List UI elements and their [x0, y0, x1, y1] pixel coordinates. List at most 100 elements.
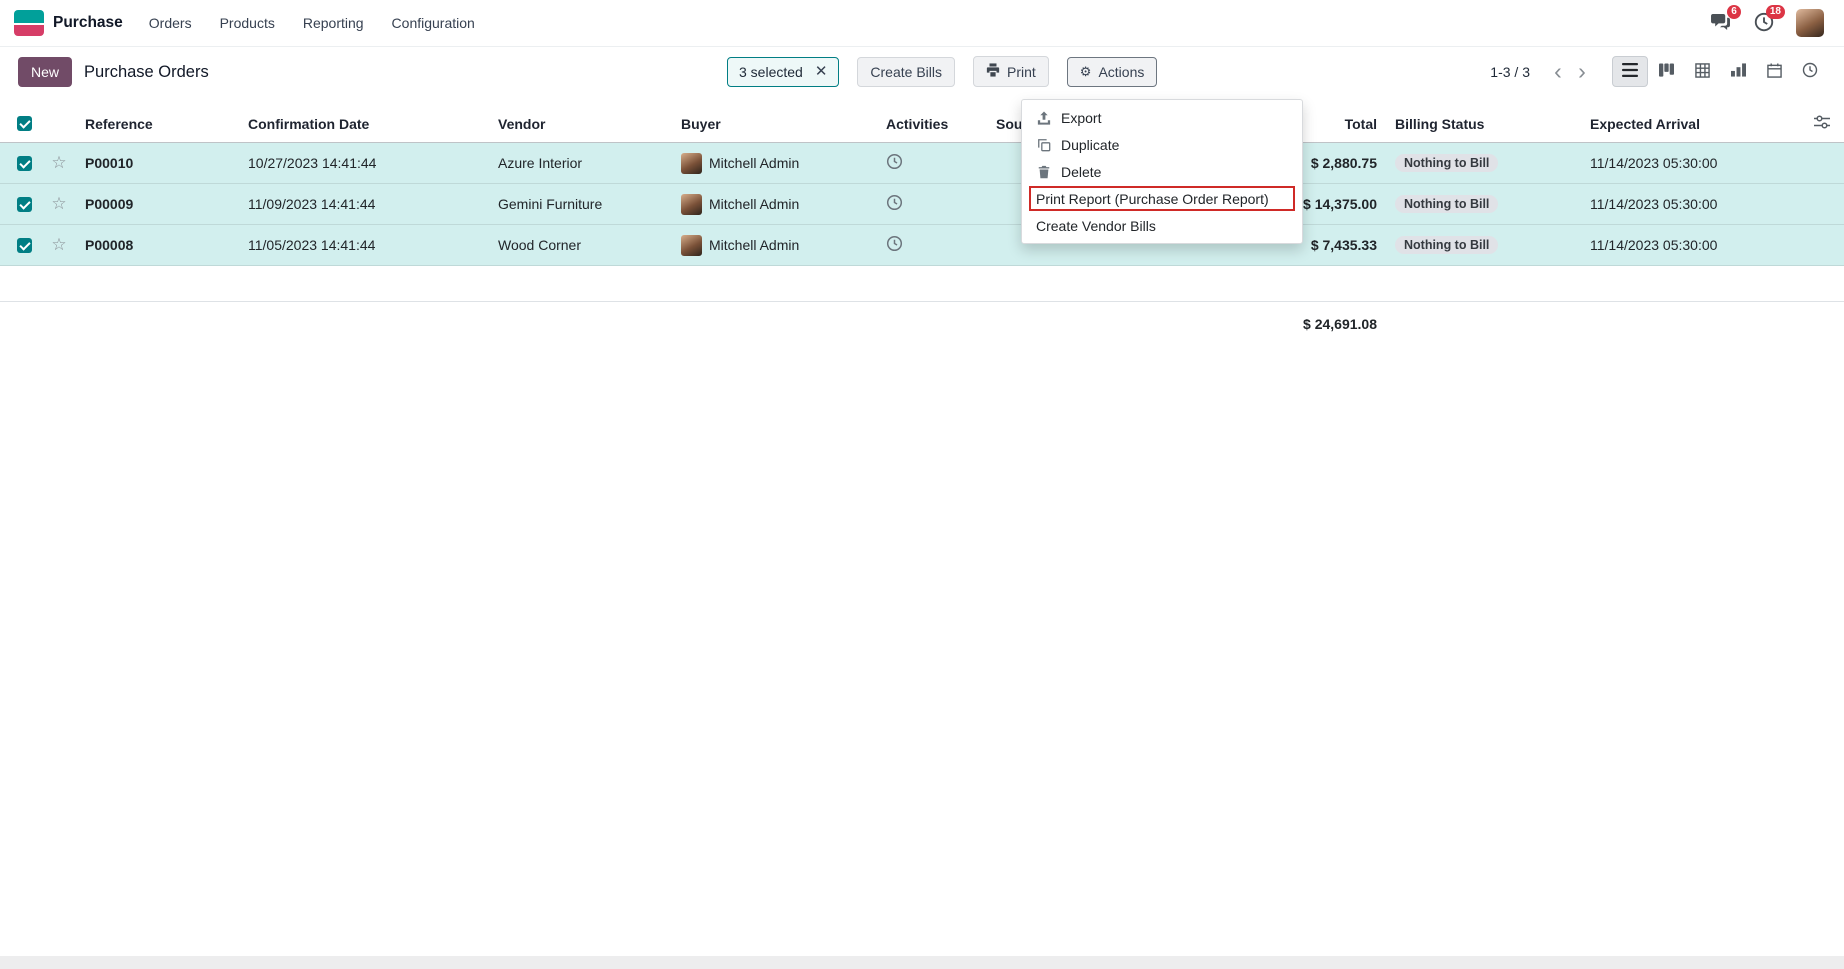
activities-cell	[877, 143, 987, 183]
user-avatar[interactable]	[1796, 9, 1824, 37]
column-header-reference[interactable]: Reference	[76, 105, 239, 142]
logo-magenta-bar	[14, 25, 44, 36]
billing-status-cell: Nothing to Bill	[1386, 143, 1581, 183]
column-header-expected-arrival[interactable]: Expected Arrival	[1581, 105, 1801, 142]
activity-clock-icon[interactable]	[886, 194, 903, 214]
expected-arrival-cell: 11/14/2023 05:30:00	[1581, 225, 1801, 265]
gear-icon: ⚙	[1080, 64, 1092, 80]
messages-button[interactable]: 6	[1708, 11, 1732, 35]
delete-icon	[1036, 165, 1052, 179]
actions-button[interactable]: ⚙ Actions	[1067, 57, 1158, 87]
pivot-view-button[interactable]	[1684, 56, 1720, 87]
list-view-button[interactable]	[1612, 56, 1648, 87]
column-header-vendor[interactable]: Vendor	[489, 105, 672, 142]
duplicate-icon	[1036, 138, 1052, 152]
activity-clock-icon[interactable]	[886, 235, 903, 255]
menu-item-print-report[interactable]: Print Report (Purchase Order Report)	[1029, 186, 1295, 211]
menu-reporting[interactable]: Reporting	[303, 15, 364, 31]
activities-badge: 18	[1766, 5, 1785, 19]
column-header-buyer[interactable]: Buyer	[672, 105, 877, 142]
kanban-view-button[interactable]	[1648, 56, 1684, 87]
reference-cell: P00010	[76, 143, 239, 183]
select-all-cell	[0, 105, 42, 142]
activity-view-button[interactable]	[1792, 56, 1828, 87]
graph-view-icon	[1731, 63, 1746, 80]
row-star-cell: ☆	[42, 143, 76, 183]
menu-item-export[interactable]: Export	[1022, 104, 1302, 131]
pager-next-button[interactable]: ›	[1570, 57, 1594, 87]
table-row[interactable]: ☆ P00009 11/09/2023 14:41:44 Gemini Furn…	[0, 184, 1844, 225]
list-footer-row: $ 24,691.08	[0, 302, 1844, 346]
control-panel-left: New Purchase Orders	[18, 57, 209, 87]
actions-label: Actions	[1098, 64, 1144, 80]
menu-item-label: Export	[1061, 110, 1101, 126]
row-checkbox[interactable]	[17, 238, 32, 253]
table-row[interactable]: ☆ P00010 10/27/2023 14:41:44 Azure Inter…	[0, 143, 1844, 184]
activities-button[interactable]: 18	[1752, 11, 1776, 35]
menu-item-label: Create Vendor Bills	[1036, 218, 1156, 234]
select-all-checkbox[interactable]	[17, 116, 32, 131]
pager[interactable]: 1-3 / 3	[1490, 64, 1530, 80]
calendar-view-button[interactable]	[1756, 56, 1792, 87]
pager-previous-button[interactable]: ‹	[1546, 57, 1570, 87]
clear-selection-button[interactable]: ✕	[815, 64, 828, 79]
main-menu: Orders Products Reporting Configuration	[149, 15, 475, 31]
favorite-star-icon[interactable]: ☆	[51, 153, 66, 173]
buyer-avatar	[681, 153, 702, 174]
row-checkbox[interactable]	[17, 197, 32, 212]
column-header-activities[interactable]: Activities	[877, 105, 987, 142]
purchase-app-logo-icon	[14, 10, 44, 36]
table-row[interactable]: ☆ P00008 11/05/2023 14:41:44 Wood Corner…	[0, 225, 1844, 266]
chat-icon	[1711, 13, 1730, 34]
menu-products[interactable]: Products	[220, 15, 275, 31]
billing-status-cell: Nothing to Bill	[1386, 184, 1581, 224]
top-navbar: Purchase Orders Products Reporting Confi…	[0, 0, 1844, 47]
row-end-cell	[1801, 143, 1844, 183]
print-button[interactable]: Print	[973, 56, 1049, 87]
new-button[interactable]: New	[18, 57, 72, 87]
row-star-cell: ☆	[42, 225, 76, 265]
billing-status-badge: Nothing to Bill	[1395, 236, 1498, 254]
favorite-star-icon[interactable]: ☆	[51, 235, 66, 255]
column-header-billing-status[interactable]: Billing Status	[1386, 105, 1581, 142]
menu-configuration[interactable]: Configuration	[392, 15, 475, 31]
control-panel-center: 3 selected ✕ Create Bills Print ⚙ Actio	[727, 56, 1157, 87]
activity-view-icon	[1802, 62, 1818, 81]
menu-orders[interactable]: Orders	[149, 15, 192, 31]
buyer-avatar	[681, 194, 702, 215]
vendor-cell: Wood Corner	[489, 225, 672, 265]
app-switcher[interactable]: Purchase	[14, 10, 123, 36]
confirmation-date-cell: 11/09/2023 14:41:44	[239, 184, 489, 224]
bottom-window-edge	[0, 956, 1844, 969]
chevron-left-icon: ‹	[1554, 58, 1562, 85]
print-label: Print	[1007, 64, 1036, 80]
buyer-cell: Mitchell Admin	[672, 225, 877, 265]
favorite-star-icon[interactable]: ☆	[51, 194, 66, 214]
app-name[interactable]: Purchase	[53, 14, 123, 32]
reference-cell: P00008	[76, 225, 239, 265]
row-end-cell	[1801, 184, 1844, 224]
row-star-cell: ☆	[42, 184, 76, 224]
selection-count-label: 3 selected	[739, 64, 803, 80]
optional-columns-toggle-icon[interactable]	[1814, 115, 1830, 132]
vendor-cell: Azure Interior	[489, 143, 672, 183]
billing-status-cell: Nothing to Bill	[1386, 225, 1581, 265]
create-bills-button[interactable]: Create Bills	[857, 57, 955, 87]
menu-item-duplicate[interactable]: Duplicate	[1022, 131, 1302, 158]
activity-clock-icon[interactable]	[886, 153, 903, 173]
row-checkbox[interactable]	[17, 156, 32, 171]
logo-teal-bar	[14, 10, 44, 23]
graph-view-button[interactable]	[1720, 56, 1756, 87]
column-header-confirmation-date[interactable]: Confirmation Date	[239, 105, 489, 142]
menu-item-label: Duplicate	[1061, 137, 1119, 153]
billing-status-badge: Nothing to Bill	[1395, 154, 1498, 172]
buyer-avatar	[681, 235, 702, 256]
total-sum: $ 24,691.08	[1200, 316, 1386, 332]
purchase-orders-list: Reference Confirmation Date Vendor Buyer…	[0, 105, 1844, 346]
row-select-cell	[0, 184, 42, 224]
row-select-cell	[0, 143, 42, 183]
menu-item-delete[interactable]: Delete	[1022, 158, 1302, 185]
menu-item-create-vendor-bills[interactable]: Create Vendor Bills	[1022, 212, 1302, 239]
activities-cell	[877, 225, 987, 265]
view-switcher	[1612, 56, 1828, 87]
